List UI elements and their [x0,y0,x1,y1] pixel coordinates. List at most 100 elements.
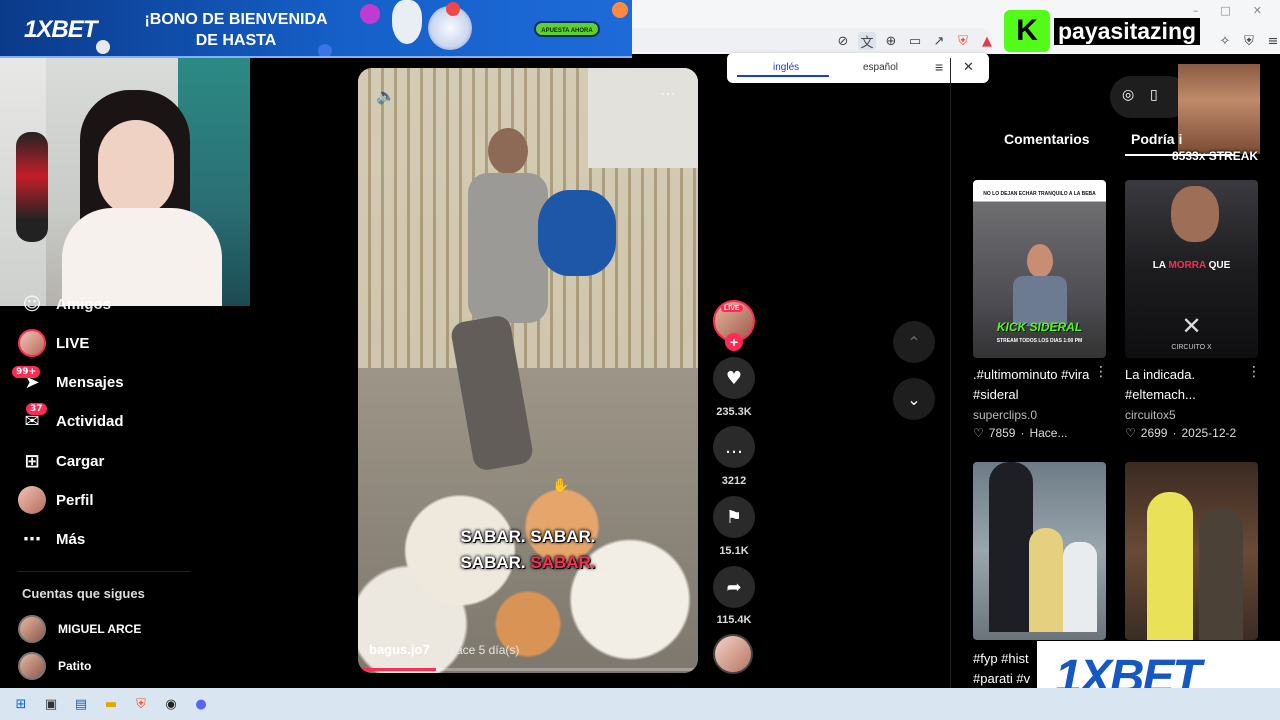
obs-icon[interactable]: ◉ [162,695,180,713]
video-card-thumbnail[interactable]: LA MORRA QUE ✕ CIRCUITO X [1125,180,1258,358]
share-count: 115.4K [716,614,752,626]
ad-banner-top[interactable]: 1XBET ¡BONO DE BIENVENIDA DE HASTA APUES… [0,0,632,58]
translate-close-icon[interactable]: ✕ [963,59,974,75]
save-button[interactable]: ⚑ [713,496,755,538]
widgets-icon[interactable]: ▤ [72,695,90,713]
sidebar-item-activity[interactable]: ✉ 37 Actividad [18,403,124,435]
sidebar-item-label: Amigos [56,295,112,313]
sidebar-item-live[interactable]: LIVE [18,329,89,357]
video-card-title[interactable]: La indicada. #eltemach... [1125,365,1245,405]
browser-extra-tools: ✧ ⛨ ≡ [1216,32,1280,50]
maximize-icon[interactable]: □ [1220,4,1230,17]
caption-word-highlight: SABAR. [530,553,596,572]
share-arrow-icon: ➦ [726,576,742,598]
heart-icon: ♥ [725,367,743,389]
video-progress-bar[interactable] [358,668,698,671]
comment-button[interactable]: … [713,426,755,468]
vpn-icon[interactable]: ⛨ [1240,32,1258,50]
device-icon[interactable]: ▯ [1150,87,1158,103]
video-card-title[interactable]: .#ultimominuto #vira #sideral [973,365,1093,405]
video-card-author[interactable]: superclips.0 [973,408,1037,422]
share-icon[interactable]: ↗ [930,32,948,50]
next-video-button[interactable]: ⌄ [893,378,935,420]
windows-start-icon[interactable]: ⊞ [12,695,30,713]
card-dot: · [1020,426,1025,440]
ad-decoration [360,4,380,24]
microphone [16,132,48,242]
live-avatar [18,329,46,357]
video-person-head [488,128,528,174]
share-button[interactable]: ➦ [713,566,755,608]
video-player[interactable]: 🔈 ⋯ SABAR. SABAR. SABAR. SABAR. bagus.jo… [358,68,698,673]
thumb-caption: LA MORRA QUE [1125,260,1258,271]
thumb-caption-part: QUE [1205,260,1231,271]
sidebar-item-label: LIVE [56,334,90,352]
video-background-roof [588,68,698,168]
brave-shield-icon[interactable]: ⛨ [954,32,972,50]
sidebar-item-label: Más [56,530,86,548]
like-button[interactable]: ♥ [713,357,755,399]
video-card-thumbnail[interactable] [1125,462,1258,640]
sidebar-item-upload[interactable]: ⊞ Cargar [18,447,104,475]
video-more-icon[interactable]: ⋯ [660,84,676,103]
streamer-name: payasitazing [1054,18,1201,45]
sidebar-item-profile[interactable]: Perfil [18,486,94,514]
task-view-icon[interactable]: ▣ [42,695,60,713]
translate-target-tab[interactable]: español [863,62,898,73]
explore-icon[interactable]: ◎ [1122,87,1134,103]
sidebar-item-friends[interactable]: ☺ Amigos [18,290,111,318]
card-more-icon[interactable]: ⋮ [1094,364,1108,380]
sidebar-item-more[interactable]: ⋯ Más [18,525,85,553]
more-icon: ⋯ [23,528,41,550]
sound-disc-avatar[interactable] [713,634,753,674]
video-card-meta: ♡ 2699 · 2025-12-2 [1125,426,1236,440]
brave-browser-icon[interactable]: ⛨ [132,695,150,713]
card-date: 2025-12-2 [1181,426,1237,440]
bookmark-icon: ⚑ [725,506,743,528]
video-author[interactable]: bagus.jo7 [369,642,430,657]
zoom-icon[interactable]: ⊕ [882,32,900,50]
translate-source-tab[interactable]: inglés [773,62,799,73]
ad-logo: 1XBET [24,16,97,43]
video-card-thumbnail[interactable]: NO LO DEJAN ECHAR TRANQUILO A LA BEBA KI… [973,180,1106,358]
leo-ai-icon[interactable]: ✧ [1216,32,1234,50]
sidebar-item-label: Mensajes [56,373,124,391]
video-card-author[interactable]: circuitox5 [1125,408,1176,422]
sidebar-item-label: Perfil [56,491,94,509]
thumb-person [1029,528,1063,632]
thumb-person [1199,508,1243,640]
tab-comments[interactable]: Comentarios [1004,131,1090,147]
following-item[interactable]: Patito [18,652,91,680]
tab-you-may-like[interactable]: Podría i [1131,131,1182,147]
video-card-meta: ♡ 7859 · Hace... [973,426,1067,440]
sidebar-item-messages[interactable]: ➤ 99+ Mensajes [12,366,124,396]
activity-badge: 37 [26,403,47,415]
translate-icon[interactable]: 文 [858,32,876,51]
streak-label: 8533x STREAK [1172,149,1259,163]
minimize-icon[interactable]: – [1193,4,1199,17]
video-blue-bag [538,190,616,276]
previous-video-button[interactable]: ⌃ [893,321,935,363]
reader-mode-icon[interactable]: ⊘ [834,32,852,50]
sidebar-item-label: Actividad [56,412,124,430]
volume-icon[interactable]: 🔈 [376,86,396,105]
discord-icon[interactable]: ● [192,695,210,713]
translate-menu-icon[interactable]: ≡ [935,59,943,75]
thumb-caption-part: LA [1152,260,1169,271]
close-window-icon[interactable]: ✕ [1253,4,1262,17]
video-card-title[interactable]: #fyp #hist #parati #v [973,649,1045,689]
os-taskbar: ⊞ ▣ ▤ ▬ ⛨ ◉ ● [0,688,1280,720]
card-more-icon[interactable]: ⋮ [1247,364,1261,380]
file-explorer-icon[interactable]: ▬ [102,695,120,713]
ad-cta-button[interactable]: APUESTA AHORA [534,21,600,37]
thumb-sub: STREAM TODOS LOS DIAS 1:00 PM [996,338,1083,344]
brave-rewards-icon[interactable]: ▲ [978,32,996,50]
translate-tab-indicator [737,75,829,77]
panel-divider [950,58,951,688]
menu-icon[interactable]: ≡ [1264,32,1280,50]
follow-plus-button[interactable]: + [725,333,743,351]
video-card-thumbnail[interactable] [973,462,1106,640]
live-badge: LIVE [721,305,743,312]
following-item[interactable]: MIGUEL ARCE [18,615,141,643]
cast-icon[interactable]: ▭ [906,32,924,50]
